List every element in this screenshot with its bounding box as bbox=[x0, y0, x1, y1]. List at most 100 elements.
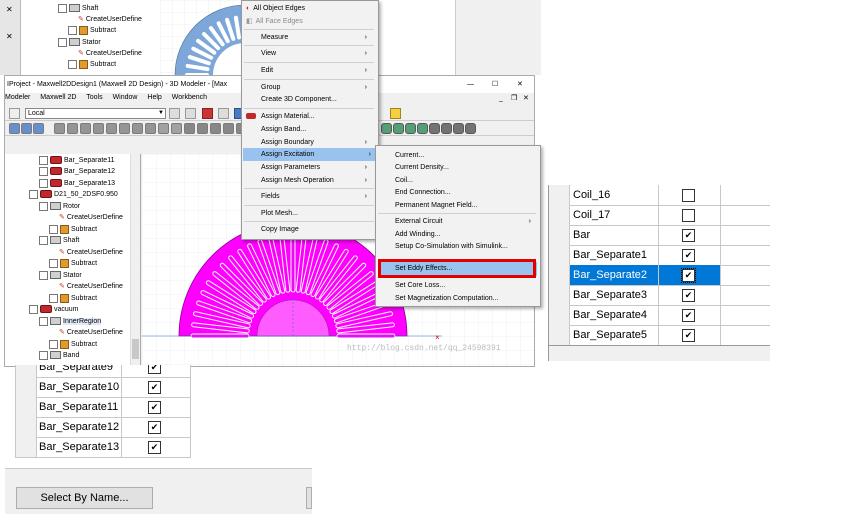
tree-item[interactable]: ✎ CreateUserDefine bbox=[78, 48, 142, 59]
toolbar-button-icon[interactable] bbox=[197, 123, 208, 134]
tree-item[interactable]: vacuum bbox=[29, 304, 79, 315]
expand-icon[interactable] bbox=[29, 189, 38, 199]
expand-icon[interactable] bbox=[49, 293, 58, 303]
expand-icon[interactable] bbox=[39, 178, 48, 188]
eddy-effect-checkbox[interactable]: ✔ bbox=[148, 421, 161, 434]
submenu-item-set-magnetization-computation[interactable]: Set Magnetization Computation... bbox=[395, 292, 499, 305]
toolbar-button-icon[interactable] bbox=[21, 123, 32, 134]
toolbar-icon-f[interactable] bbox=[390, 108, 401, 119]
maximize-button[interactable]: ☐ bbox=[492, 76, 498, 93]
table-row[interactable]: Bar_Separate13 ✔ bbox=[15, 437, 191, 458]
expand-icon[interactable] bbox=[68, 59, 77, 69]
toolbar-button-icon[interactable] bbox=[417, 123, 428, 134]
menu-item-assign-excitation[interactable]: Assign Excitation › bbox=[243, 148, 377, 161]
menu-tools[interactable]: Tools bbox=[86, 94, 102, 101]
eddy-effect-checkbox[interactable]: ✔ bbox=[148, 441, 161, 454]
toolbar-button-icon[interactable] bbox=[106, 123, 117, 134]
eddy-effect-checkbox[interactable]: ✔ bbox=[682, 309, 695, 322]
scroll-thumb[interactable] bbox=[132, 339, 139, 359]
grid-icon[interactable] bbox=[9, 108, 20, 119]
table-row[interactable]: Bar_Separate1 ✔ bbox=[549, 245, 770, 266]
toolbar-button-icon[interactable] bbox=[393, 123, 404, 134]
tree-item[interactable]: ✎ CreateUserDefine bbox=[78, 14, 142, 25]
submenu-item-external-circuit[interactable]: External Circuit › bbox=[395, 215, 537, 228]
toolbar-button-icon[interactable] bbox=[33, 123, 44, 134]
toolbar-button-icon[interactable] bbox=[441, 123, 452, 134]
eddy-effect-checkbox[interactable]: ✔ bbox=[682, 229, 695, 242]
table-row[interactable]: Bar_Separate3 ✔ bbox=[549, 285, 770, 306]
tree-item[interactable]: Bar_Separate11 bbox=[39, 155, 114, 166]
toolbar-button-icon[interactable] bbox=[158, 123, 169, 134]
tree-item[interactable]: D21_50_2DSF0.950 bbox=[29, 189, 118, 200]
toolbar-button-icon[interactable] bbox=[405, 123, 416, 134]
table-row[interactable]: Bar_Separate12 ✔ bbox=[15, 417, 191, 438]
table-row[interactable]: Bar_Separate4 ✔ bbox=[549, 305, 770, 326]
eddy-effect-checkbox[interactable] bbox=[682, 189, 695, 202]
toolbar-button-icon[interactable] bbox=[93, 123, 104, 134]
row-header[interactable] bbox=[15, 437, 37, 457]
expand-icon[interactable] bbox=[39, 201, 48, 211]
eddy-effect-checkbox[interactable]: ✔ bbox=[681, 268, 696, 283]
table-row[interactable]: Bar_Separate11 ✔ bbox=[15, 397, 191, 418]
tree-item[interactable]: ✎ CreateUserDefine bbox=[59, 327, 123, 338]
toolbar-button-icon[interactable] bbox=[171, 123, 182, 134]
toolbar-button-icon[interactable] bbox=[429, 123, 440, 134]
row-header[interactable] bbox=[15, 377, 37, 397]
toolbar-button-icon[interactable] bbox=[132, 123, 143, 134]
tree-item[interactable]: Subtract bbox=[68, 59, 116, 70]
tree-item[interactable]: ✎ CreateUserDefine bbox=[59, 281, 123, 292]
tree-item[interactable]: Subtract bbox=[49, 258, 97, 269]
toolbar-icon-b[interactable] bbox=[185, 108, 196, 119]
toolbar-button-icon[interactable] bbox=[210, 123, 221, 134]
eddy-effect-checkbox[interactable]: ✔ bbox=[148, 365, 161, 374]
menu-item-assign-mesh-operation[interactable]: Assign Mesh Operation › bbox=[261, 174, 373, 187]
select-by-name-button[interactable]: Select By Name... bbox=[16, 487, 153, 509]
tree-item[interactable]: Subtract bbox=[49, 339, 97, 350]
tree-item[interactable]: Bar_Separate12 bbox=[39, 166, 115, 177]
table-row[interactable]: Bar ✔ bbox=[549, 225, 770, 246]
eddy-effect-checkbox[interactable]: ✔ bbox=[682, 289, 695, 302]
expand-icon[interactable] bbox=[39, 155, 48, 165]
eddy-effect-checkbox[interactable]: ✔ bbox=[148, 401, 161, 414]
eddy-effect-checkbox[interactable]: ✔ bbox=[682, 249, 695, 262]
submenu-item-set-core-loss[interactable]: Set Core Loss... bbox=[395, 279, 445, 292]
menu-item-plot-mesh[interactable]: Plot Mesh... bbox=[261, 207, 298, 220]
expand-icon[interactable] bbox=[39, 270, 48, 280]
expand-icon[interactable] bbox=[39, 235, 48, 245]
tree-item[interactable]: InnerRegion bbox=[39, 316, 102, 327]
mdi-minimize-button[interactable]: _ bbox=[499, 94, 503, 104]
row-header[interactable] bbox=[549, 225, 570, 245]
tree-item[interactable]: Rotor bbox=[39, 201, 80, 212]
expand-icon[interactable] bbox=[58, 3, 67, 13]
table-row[interactable]: Coil_17 bbox=[549, 205, 770, 226]
mdi-restore-button[interactable]: ❐ bbox=[511, 94, 517, 104]
close-icon[interactable]: ✕ bbox=[6, 32, 13, 41]
menu-item-assign-material[interactable]: Assign Material... bbox=[246, 110, 315, 123]
expand-icon[interactable] bbox=[49, 339, 58, 349]
tree-item[interactable]: Stator bbox=[39, 270, 82, 281]
minimize-button[interactable]: — bbox=[467, 76, 474, 93]
tree-item[interactable]: ✎ CreateUserDefine bbox=[59, 212, 123, 223]
tree-item[interactable]: Subtract bbox=[49, 224, 97, 235]
toolbar-icon-d[interactable] bbox=[218, 108, 229, 119]
toolbar-button-icon[interactable] bbox=[9, 123, 20, 134]
expand-icon[interactable] bbox=[39, 350, 48, 360]
close-icon[interactable]: ✕ bbox=[6, 5, 13, 14]
menu-workbench[interactable]: Workbench bbox=[172, 94, 207, 101]
submenu-item-setup-cosimulation[interactable]: Setup Co-Simulation with Simulink... bbox=[395, 240, 508, 253]
toolbar-button-icon[interactable] bbox=[54, 123, 65, 134]
row-header[interactable] bbox=[15, 397, 37, 417]
menu-item-fields[interactable]: Fields › bbox=[261, 190, 373, 203]
menu-maxwell2d[interactable]: Maxwell 2D bbox=[40, 94, 76, 101]
row-header[interactable] bbox=[549, 285, 570, 305]
eddy-effect-checkbox[interactable]: ✔ bbox=[682, 329, 695, 342]
submenu-item-end-connection[interactable]: End Connection... bbox=[395, 186, 451, 199]
row-header[interactable] bbox=[15, 365, 37, 377]
expand-icon[interactable] bbox=[49, 258, 58, 268]
tree-item[interactable]: Subtract bbox=[49, 293, 97, 304]
close-button[interactable]: ✕ bbox=[517, 76, 523, 93]
toolbar-button-icon[interactable] bbox=[80, 123, 91, 134]
tree-item[interactable]: Shaft bbox=[39, 235, 79, 246]
table-row[interactable]: Bar_Separate5 ✔ bbox=[549, 325, 770, 346]
eddy-effect-checkbox[interactable] bbox=[682, 209, 695, 222]
